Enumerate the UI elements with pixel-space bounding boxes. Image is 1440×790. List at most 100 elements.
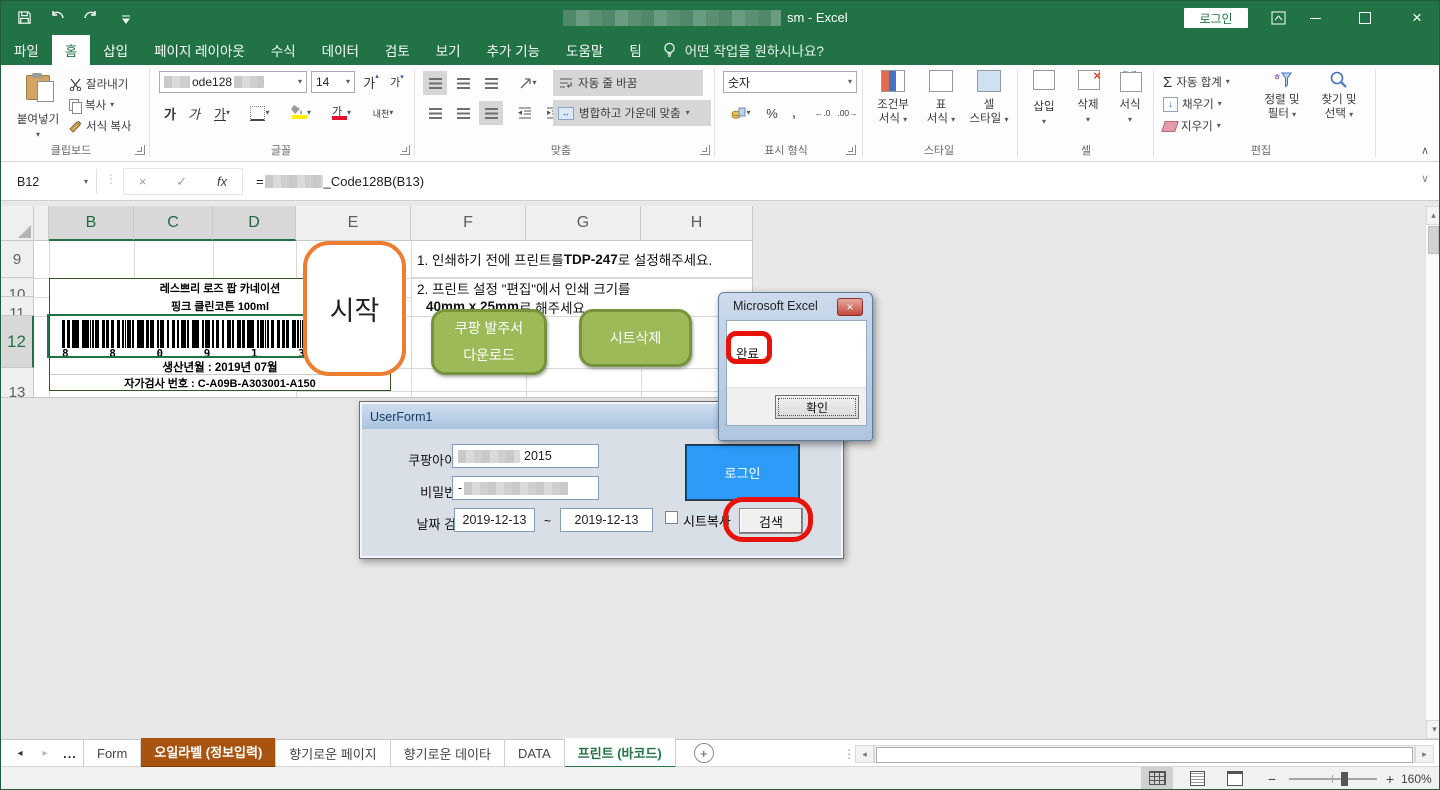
align-left-button[interactable] [423, 101, 447, 125]
row-header-10[interactable]: 10 [1, 278, 34, 297]
decrease-indent-button[interactable] [513, 101, 537, 125]
col-header-C[interactable]: C [134, 206, 213, 241]
ribbon-display-options-icon[interactable] [1267, 9, 1289, 27]
instruction-line2[interactable]: 2. 프린트 설정 "편집"에서 인쇄 크기를 [412, 279, 752, 297]
bottom-align-button[interactable] [479, 71, 503, 95]
formula-input[interactable]: = _Code128B(B13) [256, 170, 424, 192]
redo-icon[interactable] [77, 5, 103, 29]
underline-button[interactable]: 가▾ [207, 101, 237, 125]
hscroll-left-icon[interactable]: ◂ [855, 745, 874, 763]
format-as-table-button[interactable]: 표서식 ▾ [919, 70, 963, 140]
hscroll-thumb[interactable] [876, 747, 1413, 763]
format-painter-button[interactable]: 서식 복사 [69, 116, 132, 136]
comma-style-button[interactable]: , [785, 101, 803, 125]
tab-data[interactable]: 데이터 [309, 35, 372, 65]
horizontal-scrollbar[interactable] [874, 745, 1415, 763]
conditional-formatting-button[interactable]: 조건부서식 ▾ [869, 70, 917, 140]
enter-formula-icon[interactable]: ✓ [176, 174, 187, 190]
percent-style-button[interactable]: % [761, 101, 783, 125]
maximize-button[interactable] [1345, 3, 1385, 33]
tell-me-box[interactable]: 어떤 작업을 원하시나요? [685, 40, 824, 60]
italic-button[interactable]: 가 [183, 101, 205, 125]
insert-cells-button[interactable]: 삽입▾ [1025, 70, 1063, 140]
start-shape-button[interactable]: 시작 [303, 241, 406, 376]
sheet-copy-checkbox[interactable] [665, 511, 678, 524]
coupang-download-button[interactable]: 쿠팡 발주서 다운로드 [431, 309, 547, 375]
tab-review[interactable]: 검토 [372, 35, 423, 65]
sheet-tab-print-barcode[interactable]: 프린트 (바코드) [565, 738, 676, 768]
col-header-F[interactable]: F [411, 206, 526, 241]
share-button[interactable]: 공유 [1381, 75, 1425, 94]
decrease-decimal-button[interactable]: .00→ [836, 101, 859, 125]
col-header-E[interactable]: E [296, 206, 411, 241]
normal-view-icon[interactable] [1141, 767, 1173, 789]
page-layout-view-icon[interactable] [1181, 767, 1213, 789]
cut-button[interactable]: 잘라내기 [69, 74, 128, 94]
expand-formula-bar-icon[interactable]: ∨ [1421, 172, 1429, 185]
tab-help[interactable]: 도움말 [553, 35, 616, 65]
sheet-tab-form[interactable]: Form [84, 739, 141, 767]
clear-button[interactable]: 지우기▾ [1163, 116, 1221, 136]
alignment-dialog-launcher[interactable] [700, 145, 710, 155]
account-login-button[interactable]: 로그인 [1184, 8, 1248, 28]
increase-decimal-button[interactable]: ←.0 [811, 101, 834, 125]
sheet-tab-fragrant-data[interactable]: 향기로운 데이타 [391, 739, 505, 767]
font-dialog-launcher[interactable] [400, 145, 410, 155]
clipboard-dialog-launcher[interactable] [135, 145, 145, 155]
dialog-ok-button[interactable]: 확인 [775, 395, 859, 419]
delete-cells-button[interactable]: × 삭제▾ [1069, 70, 1107, 140]
tab-insert[interactable]: 삽입 [90, 35, 141, 65]
instruction-line1[interactable]: 1. 인쇄하기 전에 프린트를 TDP-247로 설정해주세요. [412, 241, 752, 278]
zoom-in-icon[interactable]: + [1381, 768, 1399, 790]
sheet-tab-oillabel[interactable]: 오일라벨 (정보입력) [141, 738, 276, 769]
col-header-G[interactable]: G [526, 206, 641, 241]
phonetic-button[interactable]: 내천▾ [365, 101, 401, 125]
align-center-button[interactable] [451, 101, 475, 125]
accounting-format-button[interactable]: ▾ [725, 101, 757, 125]
cancel-formula-icon[interactable]: × [139, 174, 147, 189]
close-button[interactable]: × [1397, 3, 1437, 33]
tab-page-layout[interactable]: 페이지 레이아웃 [141, 35, 258, 65]
save-icon[interactable] [11, 5, 37, 29]
zoom-slider-track[interactable] [1289, 778, 1377, 780]
sheet-tab-data[interactable]: DATA [505, 739, 565, 767]
coupang-id-input[interactable]: 2015 [452, 444, 599, 468]
middle-align-button[interactable] [451, 71, 475, 95]
new-sheet-icon[interactable]: + [694, 743, 714, 763]
fill-color-button[interactable]: ▾ [283, 101, 317, 125]
align-right-button[interactable] [479, 101, 503, 125]
paste-button[interactable]: 붙여넣기 ▾ [13, 71, 63, 139]
row-header-12[interactable]: 12 [1, 316, 34, 368]
login-button[interactable]: 로그인 [686, 445, 799, 500]
date-to-input[interactable]: 2019-12-13 [560, 508, 653, 532]
find-select-button[interactable]: 찾기 및선택 ▾ [1311, 70, 1367, 140]
page-break-view-icon[interactable] [1219, 767, 1251, 789]
sheet-nav-more[interactable]: ... [57, 739, 84, 767]
grow-font-button[interactable]: 가▴ [359, 71, 383, 93]
undo-icon[interactable] [45, 5, 71, 29]
sheet-delete-button[interactable]: 시트삭제 [579, 309, 692, 367]
vertical-scrollbar[interactable]: ▴ ▾ [1425, 206, 1440, 739]
scroll-up-icon[interactable]: ▴ [1426, 206, 1440, 225]
col-header-H[interactable]: H [641, 206, 753, 241]
inspection-no-text[interactable]: 자가검사 번호 : C-A09B-A303001-A150 [50, 375, 390, 390]
font-color-button[interactable]: 가 ▾ [323, 101, 357, 125]
sheet-nav-left-icon[interactable]: ◂ [7, 748, 33, 759]
borders-button[interactable]: ▾ [245, 101, 275, 125]
shrink-font-button[interactable]: 가▾ [385, 71, 409, 93]
orientation-button[interactable]: ▾ [513, 71, 543, 95]
col-header-D[interactable]: D [213, 206, 296, 241]
number-dialog-launcher[interactable] [846, 145, 856, 155]
bold-button[interactable]: 가 [159, 101, 181, 125]
qat-customize-icon[interactable] [113, 7, 139, 31]
autosum-button[interactable]: Σ 자동 합계▾ [1163, 72, 1230, 92]
zoom-out-icon[interactable]: − [1263, 768, 1281, 790]
insert-function-icon[interactable]: fx [217, 174, 227, 189]
tab-home[interactable]: 홈 [52, 35, 90, 65]
format-cells-button[interactable]: ←→ 서식▾ [1111, 70, 1149, 140]
number-format-combo[interactable]: 숫자▾ [723, 71, 857, 93]
cell-styles-button[interactable]: 셀스타일 ▾ [965, 70, 1013, 140]
zoom-slider-thumb[interactable] [1341, 772, 1348, 786]
col-header-A[interactable] [34, 206, 49, 241]
name-box[interactable]: B12 ▾ [9, 169, 97, 194]
